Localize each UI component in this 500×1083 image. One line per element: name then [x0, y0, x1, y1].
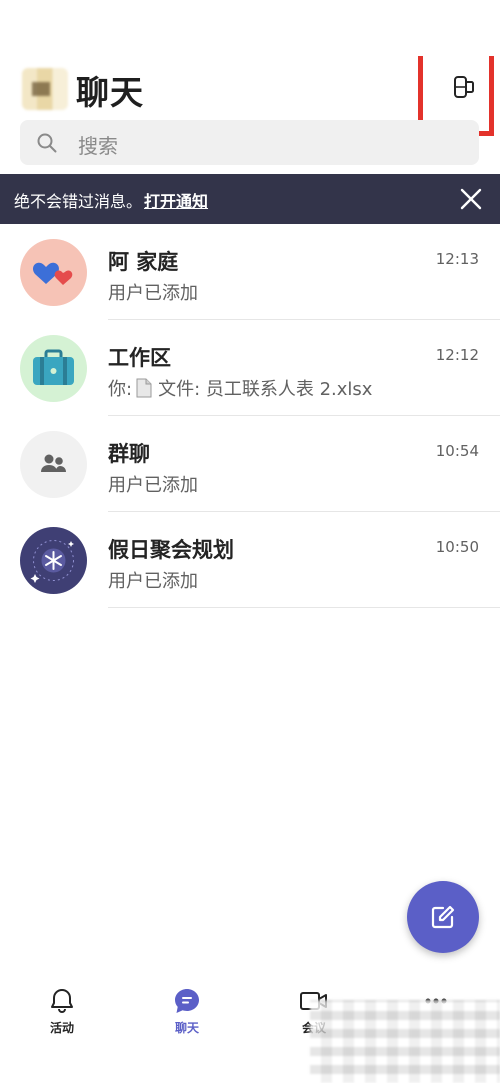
- page-title: 聊天: [76, 73, 144, 112]
- chat-name: 群聊: [108, 442, 150, 466]
- divider: [108, 607, 500, 608]
- chat-item[interactable]: 群聊 10:54 用户已添加: [0, 416, 500, 512]
- header: 聊天 搜索: [0, 0, 500, 170]
- chat-item[interactable]: 阿 家庭 12:13 用户已添加: [0, 224, 500, 320]
- banner-message: 绝不会错过消息。: [14, 192, 143, 211]
- tab-activity[interactable]: 活动: [22, 987, 102, 1047]
- chat-preview: 用户已添加: [108, 283, 198, 304]
- people-avatar: [20, 431, 87, 498]
- chat-preview: 用户已添加: [108, 571, 198, 592]
- banner-text: 绝不会错过消息。 打开通知: [14, 188, 208, 212]
- close-icon[interactable]: [458, 186, 484, 212]
- hearts-avatar: [20, 239, 87, 306]
- tab-label: 聊天: [174, 1021, 199, 1035]
- enable-notifications-link[interactable]: 打开通知: [144, 192, 208, 211]
- compose-icon: [431, 905, 455, 929]
- chat-preview: 你: 文件: 员工联系人表 2.xlsx: [108, 375, 372, 401]
- preview-text: 文件: 员工联系人表 2.xlsx: [158, 379, 373, 400]
- chat-time: 12:13: [435, 250, 479, 268]
- file-icon: [136, 378, 152, 398]
- chat-list: 阿 家庭 12:13 用户已添加 工作区 12:12 你: 文件: 员工联系人表…: [0, 224, 500, 608]
- notification-banner: 绝不会错过消息。 打开通知: [0, 174, 500, 224]
- meet-now-icon: [454, 76, 474, 98]
- chat-name: 工作区: [108, 346, 171, 370]
- watermark-overlay: [310, 1000, 500, 1083]
- chat-item[interactable]: 假日聚会规划 10:50 用户已添加: [0, 512, 500, 608]
- chat-name: 阿 家庭: [108, 250, 179, 274]
- chat-time: 12:12: [435, 346, 479, 364]
- suitcase-avatar: [20, 335, 87, 402]
- snowflake-avatar: [20, 527, 87, 594]
- profile-avatar[interactable]: [22, 68, 68, 110]
- chat-item[interactable]: 工作区 12:12 你: 文件: 员工联系人表 2.xlsx: [0, 320, 500, 416]
- chat-name: 假日聚会规划: [108, 538, 234, 562]
- tab-label: 活动: [49, 1021, 74, 1035]
- chat-time: 10:50: [435, 538, 479, 556]
- tab-chat[interactable]: 聊天: [147, 987, 227, 1047]
- bell-icon: [51, 989, 73, 1013]
- chat-time: 10:54: [435, 442, 479, 460]
- chat-bubble-icon: [175, 989, 199, 1013]
- search-bar[interactable]: 搜索: [20, 120, 479, 165]
- preview-sender: 你:: [108, 379, 133, 400]
- search-icon: [37, 133, 57, 153]
- chat-preview: 用户已添加: [108, 475, 198, 496]
- search-placeholder: 搜索: [78, 134, 118, 158]
- new-chat-button[interactable]: [407, 881, 479, 953]
- chat-screen: 聊天 搜索 绝不会错过消息。 打开通知 阿 家庭 12:13 用户已添加 工作区…: [0, 0, 500, 1083]
